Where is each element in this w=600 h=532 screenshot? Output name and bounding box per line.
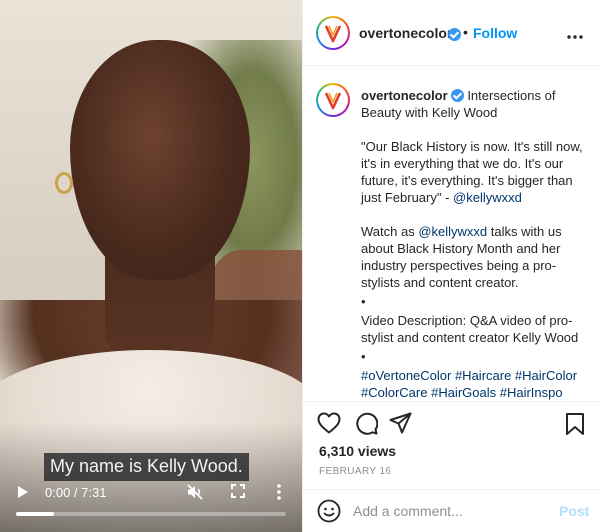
view-count[interactable]: 6,310 views: [319, 443, 396, 459]
post-caption-area: overtonecolor Intersections of Beauty wi…: [303, 67, 600, 401]
mention-link[interactable]: @kellywxxd: [453, 190, 522, 205]
verified-badge-icon: [448, 28, 461, 41]
video-options-icon[interactable]: [276, 483, 282, 501]
video-person-head: [70, 40, 250, 280]
mute-icon[interactable]: [186, 483, 204, 501]
post-header: overtonecolor • Follow: [303, 0, 600, 66]
video-progress-fill: [16, 512, 54, 516]
video-time: 0:00 / 7:31: [45, 485, 107, 500]
fullscreen-icon[interactable]: [231, 484, 245, 498]
avatar[interactable]: [316, 83, 350, 117]
post-caption: overtonecolor Intersections of Beauty wi…: [361, 87, 587, 401]
mention-link[interactable]: @kellywxxd: [418, 224, 487, 239]
video-player[interactable]: My name is Kelly Wood. 0:00 / 7:31: [0, 0, 302, 532]
video-progress-bar[interactable]: [16, 512, 286, 516]
comment-input[interactable]: [353, 501, 543, 521]
hashtags[interactable]: #oVertoneColor #Haircare #HairColor #Col…: [361, 367, 587, 401]
post-panel: overtonecolor • Follow overtonecolor Int…: [302, 0, 600, 532]
overtone-logo-icon: [324, 25, 342, 43]
post-date[interactable]: FEBRUARY 16: [319, 466, 391, 477]
header-username[interactable]: overtonecolor: [359, 25, 452, 41]
video-controls: 0:00 / 7:31: [0, 480, 302, 506]
verified-badge-icon: [450, 89, 464, 102]
watch-prefix: Watch as: [361, 224, 419, 239]
share-icon[interactable]: [389, 412, 412, 439]
header-separator: •: [463, 24, 468, 40]
caption-username[interactable]: overtonecolor: [361, 88, 448, 103]
follow-button[interactable]: Follow: [473, 25, 517, 41]
post-actions: 6,310 views FEBRUARY 16: [303, 401, 600, 499]
heart-icon[interactable]: [317, 412, 341, 439]
comment-bar: Post: [303, 489, 600, 532]
post-description: Video Description: Q&A video of pro-styl…: [361, 313, 579, 345]
more-horizontal-icon[interactable]: [567, 24, 583, 42]
play-icon[interactable]: [18, 486, 28, 498]
earring: [55, 172, 73, 194]
post-comment-button[interactable]: Post: [559, 503, 589, 519]
emoji-icon[interactable]: [317, 499, 341, 528]
avatar[interactable]: [316, 16, 350, 50]
overtone-logo-icon: [324, 92, 342, 110]
bullet-separator: •: [361, 294, 366, 309]
video-caption: My name is Kelly Wood.: [44, 453, 249, 481]
bullet-separator: •: [361, 349, 366, 364]
bookmark-icon[interactable]: [565, 412, 585, 441]
comment-icon[interactable]: [355, 412, 379, 440]
